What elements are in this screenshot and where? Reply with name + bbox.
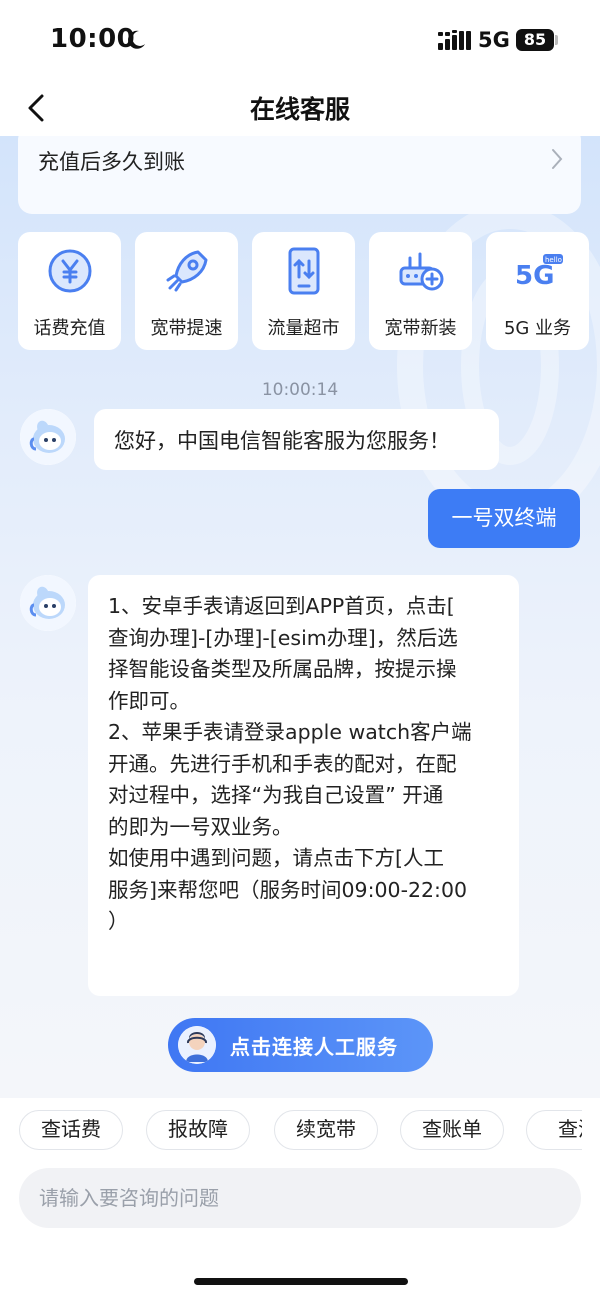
faq-card[interactable]: 充值后多久到账 (18, 136, 581, 214)
agent-avatar-icon (178, 1026, 216, 1064)
connect-human-agent-label: 点击连接人工服务 (230, 1035, 398, 1059)
rocket-icon (166, 250, 208, 292)
quick-service-label: 宽带新装 (384, 318, 457, 339)
answer-line: 开通。先进行手机和手表的配对，在配 (108, 751, 457, 776)
user-message: 一号双终端 (428, 489, 580, 548)
quick-service-broadband-speedup[interactable]: 宽带提速 (135, 232, 238, 350)
bot-greeting-message: 您好，中国电信智能客服为您服务！ (94, 409, 499, 470)
bot-mascot-icon (20, 409, 76, 465)
chip-check-bill[interactable]: 查账单 (400, 1110, 504, 1150)
chip-check-balance[interactable]: 查话费 (19, 1110, 123, 1150)
chip-renew-broadband[interactable]: 续宽带 (274, 1110, 378, 1150)
quick-service-5g[interactable]: 5G hello 5G 业务 (486, 232, 589, 350)
answer-line: 择智能设备类型及所属品牌，按提示操 (108, 657, 457, 681)
answer-line: 查询办理]-[办理]-[esim办理]，然后选 (108, 625, 458, 650)
answer-line: 的即为一号双业务。 (108, 814, 293, 839)
chat-area[interactable]: 充值后多久到账 话费充值 宽带提速 流量超市 宽带新装 5G hello 5G … (0, 136, 600, 1098)
bot-avatar (20, 409, 76, 465)
status-time: 10:00 (50, 24, 136, 54)
router-add-icon (399, 252, 444, 291)
bottom-panel: 查话费 报故障 续宽带 查账单 查流 (0, 1098, 600, 1298)
quick-service-label: 5G 业务 (503, 318, 572, 339)
quick-service-label: 宽带提速 (150, 318, 223, 339)
quick-service-label: 话费充值 (33, 318, 106, 339)
connect-human-agent-button[interactable]: 点击连接人工服务 (168, 1018, 433, 1072)
answer-line: 作即可。 (108, 688, 190, 713)
moon-icon (128, 30, 145, 49)
chip-report-fault[interactable]: 报故障 (146, 1110, 250, 1150)
quick-service-label: 流量超市 (267, 318, 340, 339)
message-timestamp: 10:00:14 (261, 380, 339, 400)
5g-hello-icon: 5G hello (515, 254, 563, 291)
home-indicator (194, 1278, 408, 1285)
svg-text:5G: 5G (515, 261, 554, 291)
answer-line: 服务]来帮您吧（服务时间09:00-22:00 (108, 877, 468, 902)
answer-line: 如使用中遇到问题，请点击下方[人工 (108, 846, 444, 870)
svg-text:hello: hello (545, 256, 562, 264)
question-input-box[interactable] (19, 1168, 581, 1228)
answer-line: ） (108, 909, 129, 933)
chip-check-data[interactable]: 查流 (526, 1110, 582, 1150)
customer-service-screen: 10:00 5G 85 在线客服 充值后多久到账 话费充值 宽带提速 流量超市 … (0, 0, 600, 1298)
page-title: 在线客服 (249, 95, 350, 124)
quick-service-data-market[interactable]: 流量超市 (252, 232, 355, 350)
faq-question: 充值后多久到账 (38, 150, 185, 174)
quick-service-new-broadband[interactable]: 宽带新装 (369, 232, 472, 350)
bot-answer-message: 1、安卓手表请返回到APP首页，点击[ 查询办理]-[办理]-[esim办理]，… (88, 575, 519, 996)
chevron-right-icon (552, 149, 563, 169)
signal-icon (438, 30, 471, 50)
yuan-coin-icon (48, 249, 92, 293)
battery-icon: 85 (516, 29, 554, 51)
bot-mascot-icon (20, 575, 76, 631)
battery-tip (555, 35, 558, 45)
network-type: 5G (478, 28, 510, 52)
answer-line: 对过程中，选择“为我自己设置” 开通 (108, 783, 444, 807)
bot-avatar (20, 575, 76, 631)
nav-bar: 在线客服 (0, 80, 600, 136)
status-bar: 10:00 5G 85 (0, 0, 600, 80)
quick-service-recharge[interactable]: 话费充值 (18, 232, 121, 350)
quick-question-chips: 查话费 报故障 续宽带 查账单 查流 (18, 1110, 582, 1150)
answer-line: 1、安卓手表请返回到APP首页，点击[ (108, 594, 455, 618)
question-input[interactable] (39, 1168, 559, 1228)
quick-service-row: 话费充值 宽带提速 流量超市 宽带新装 5G hello 5G 业务 (18, 232, 600, 352)
phone-data-icon (288, 247, 320, 295)
answer-line: 2、苹果手表请登录apple watch客户端 (108, 720, 472, 744)
